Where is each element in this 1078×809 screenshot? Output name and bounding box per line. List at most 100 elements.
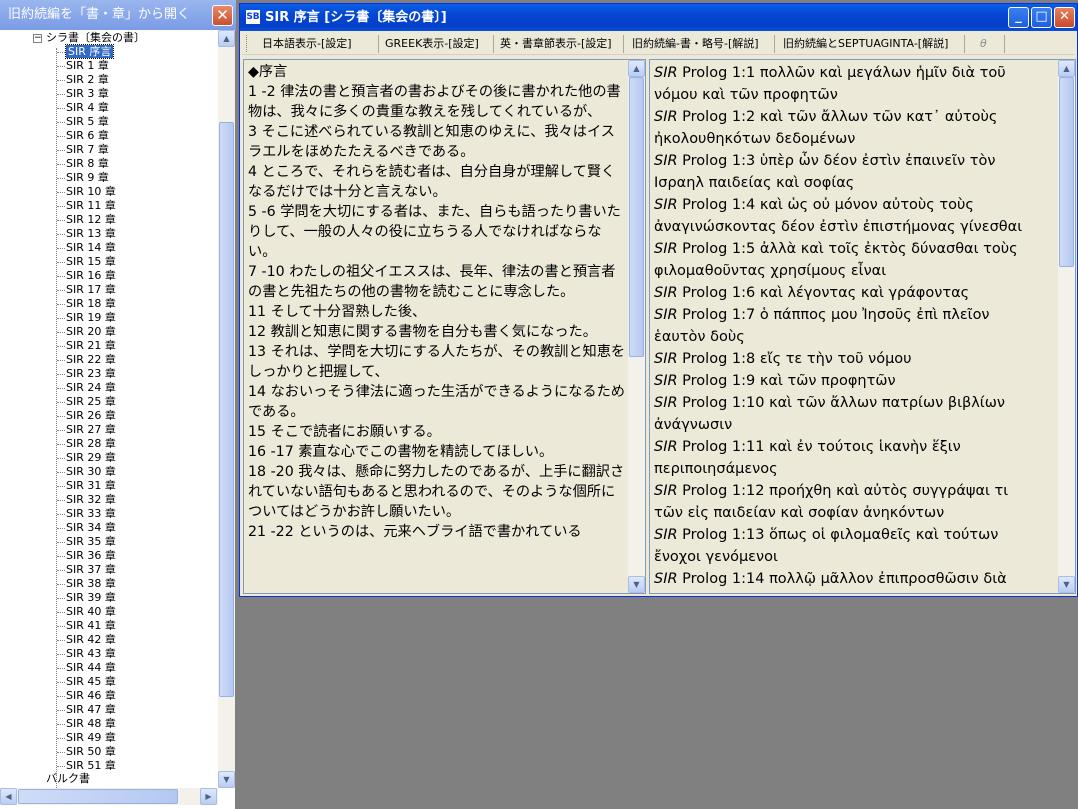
scrollbar-thumb[interactable] [629,77,644,357]
scrollbar-thumb[interactable] [1059,77,1074,267]
tree-item-chapter[interactable]: SIR 17 章 [66,283,116,297]
tree-horizontal-scrollbar[interactable]: ◀ ▶ [0,788,218,805]
japanese-text-pane[interactable]: ◆序言 1 -2 律法の書と預言者の書およびその後に書かれた他の書物は、我々に多く… [243,59,646,594]
scroll-right-icon[interactable]: ▶ [200,788,217,805]
tree-item-chapter[interactable]: SIR 33 章 [66,507,116,521]
tree-item-chapter[interactable]: SIR 14 章 [66,241,116,255]
tree-item-chapter[interactable]: SIR 16 章 [66,269,116,283]
scroll-up-icon[interactable]: ▲ [1058,60,1075,77]
japanese-pane-scrollbar[interactable]: ▲ ▼ [628,60,645,593]
tree-item-chapter[interactable]: SIR 27 章 [66,423,116,437]
verse-text: πολλῷ μᾶλλον ἐπιπροσθῶσιν διὰ [769,571,1007,587]
verse-text: ὅπως οἱ φιλομαθεῖς καὶ τούτων [769,527,999,543]
tree-item-chapter[interactable]: SIR 38 章 [66,577,116,591]
close-icon[interactable]: ✕ [212,5,233,26]
japanese-text: ◆序言 1 -2 律法の書と預言者の書およびその後に書かれた他の書物は、我々に多く… [248,62,626,542]
tree-guide-tick [57,122,65,123]
verse-paragraph: 4 ところで、それらを読む者は、自分自身が理解して賢くなるだけでは十分と言えない… [248,164,616,200]
tree-item-chapter[interactable]: SIR 41 章 [66,619,116,633]
tree-item-chapter[interactable]: SIR 25 章 [66,395,116,409]
tree-item-chapter[interactable]: SIR 48 章 [66,717,116,731]
greek-text-pane[interactable]: SIR Prolog 1:1 πολλῶν καὶ μεγάλων ἡμῖν δ… [649,59,1076,594]
maximize-icon[interactable]: □ [1031,7,1052,28]
tree-item-label: SIR 18 章 [66,297,116,310]
tree-item-chapter[interactable]: SIR 34 章 [66,521,116,535]
tree-item-chapter[interactable]: SIR 2 章 [66,73,109,87]
book-tree[interactable]: − シラ書〔集会の書〕 SIR 序言 SIR 1 章 SIR 2 章 SIR 3 章S… [0,30,218,788]
close-icon[interactable]: ✕ [1054,7,1075,28]
verse-reference: Prolog 1:3 [682,153,756,169]
greek-display-button[interactable]: GREEK表示-[設定] [385,35,479,53]
scroll-down-icon[interactable]: ▼ [218,771,235,788]
tree-item-chapter[interactable]: SIR 35 章 [66,535,116,549]
tree-item-chapter[interactable]: SIR 13 章 [66,227,116,241]
tree-vertical-scrollbar[interactable]: ▲ ▼ [218,30,235,788]
scroll-left-icon[interactable]: ◀ [0,788,17,805]
abbreviation-help-button[interactable]: 旧約続編-書・略号-[解説] [632,35,759,53]
tree-item-chapter[interactable]: SIR 15 章 [66,255,116,269]
tree-item-chapter[interactable]: SIR 20 章 [66,325,116,339]
scroll-up-icon[interactable]: ▲ [218,30,235,47]
tree-item-chapter[interactable]: SIR 1 章 [66,59,109,73]
theta-button[interactable]: θ [980,35,987,53]
tree-item-chapter[interactable]: SIR 46 章 [66,689,116,703]
tree-guide-tick [57,654,65,655]
tree-item-chapter[interactable]: SIR 11 章 [66,199,116,213]
tree-item-chapter[interactable]: SIR 45 章 [66,675,116,689]
toolbar-grip[interactable] [246,35,249,52]
tree-item-chapter[interactable]: SIR 7 章 [66,143,109,157]
tree-item-chapter[interactable]: SIR 29 章 [66,451,116,465]
tree-item-chapter[interactable]: SIR 51 章 [66,759,116,773]
tree-item-chapter[interactable]: SIR 22 章 [66,353,116,367]
tree-item-chapter[interactable]: SIR 8 章 [66,157,109,171]
tree-item-chapter[interactable]: SIR 26 章 [66,409,116,423]
tree-item-chapter[interactable]: SIR 5 章 [66,115,109,129]
greek-verse-line: SIR Prolog 1:3 ὑπὲρ ὧν δέον ἐστὶν ἐπαινε… [654,150,1054,172]
tree-item-chapter[interactable]: SIR 23 章 [66,367,116,381]
tree-item-chapter[interactable]: SIR 42 章 [66,633,116,647]
verse-reference: Prolog 1:9 [682,373,756,389]
tree-item-chapter[interactable]: SIR 28 章 [66,437,116,451]
tree-node-baruch[interactable]: バルク書 [46,772,90,786]
scrollbar-thumb[interactable] [219,122,234,697]
tree-item-chapter[interactable]: SIR 24 章 [66,381,116,395]
en-reference-display-button[interactable]: 英・書章節表示-[設定] [500,35,612,53]
scroll-down-icon[interactable]: ▼ [628,576,645,593]
tree-item-chapter[interactable]: SIR 32 章 [66,493,116,507]
scrollbar-thumb[interactable] [18,789,178,804]
scroll-down-icon[interactable]: ▼ [1058,576,1075,593]
tree-item-chapter[interactable]: SIR 9 章 [66,171,109,185]
tree-item-chapter[interactable]: SIR 40 章 [66,605,116,619]
tree-item-chapter[interactable]: SIR 3 章 [66,87,109,101]
minimize-icon[interactable]: _ [1008,7,1029,28]
tree-item-chapter[interactable]: SIR 31 章 [66,479,116,493]
tree-node-sirach[interactable]: シラ書〔集会の書〕 [46,31,145,45]
septuagint-help-button[interactable]: 旧約続編とSEPTUAGINTA-[解説] [783,35,948,53]
tree-item-chapter[interactable]: SIR 19 章 [66,311,116,325]
tree-item-chapter[interactable]: SIR 49 章 [66,731,116,745]
tree-item-chapter[interactable]: SIR 37 章 [66,563,116,577]
japanese-display-button[interactable]: 日本語表示-[設定] [262,35,352,53]
tree-guide-tick [57,136,65,137]
tree-guide-tick [57,542,65,543]
tree-item-chapter[interactable]: SIR 21 章 [66,339,116,353]
greek-pane-scrollbar[interactable]: ▲ ▼ [1058,60,1075,593]
tree-item-chapter[interactable]: SIR 4 章 [66,101,109,115]
tree-item-chapter[interactable]: SIR 10 章 [66,185,116,199]
tree-item-chapter[interactable]: SIR 18 章 [66,297,116,311]
verse-paragraph: 1 -2 律法の書と預言者の書およびその後に書かれた他の書物は、我々に多くの貴重… [248,84,621,120]
tree-item-prolog[interactable]: SIR 序言 [64,44,115,59]
tree-item-chapter[interactable]: SIR 12 章 [66,213,116,227]
collapse-icon[interactable]: − [33,34,42,43]
tree-item-chapter[interactable]: SIR 47 章 [66,703,116,717]
tree-item-chapter[interactable]: SIR 39 章 [66,591,116,605]
tree-item-chapter[interactable]: SIR 50 章 [66,745,116,759]
greek-verse: SIR Prolog 1:10 καὶ τῶν ἄλλων πατρίων βι… [654,392,1054,436]
scroll-up-icon[interactable]: ▲ [628,60,645,77]
tree-item-chapter[interactable]: SIR 43 章 [66,647,116,661]
tree-item-chapter[interactable]: SIR 44 章 [66,661,116,675]
tree-item-chapter[interactable]: SIR 36 章 [66,549,116,563]
tree-item-chapter[interactable]: SIR 30 章 [66,465,116,479]
tree-item-chapter[interactable]: SIR 6 章 [66,129,109,143]
tree-guide-tick [57,612,65,613]
